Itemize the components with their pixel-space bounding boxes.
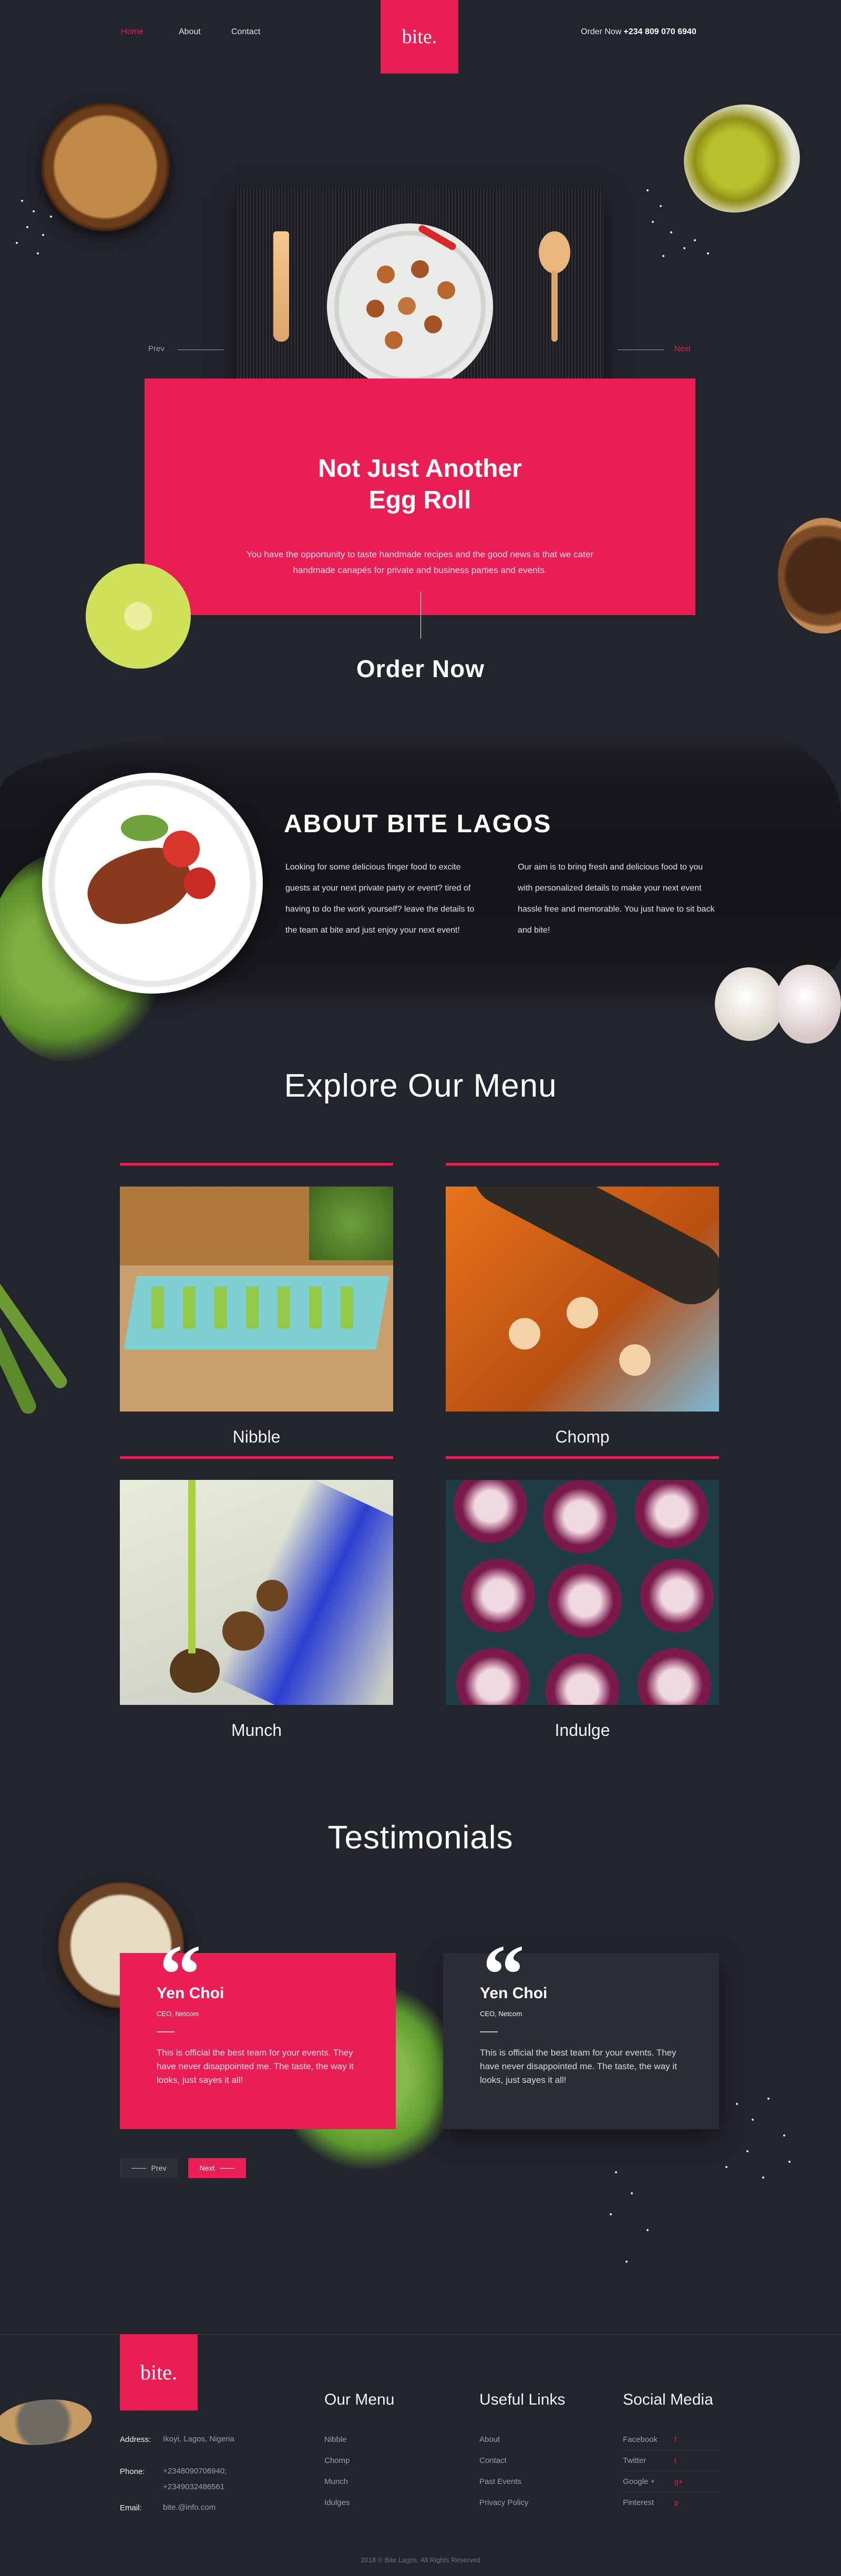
pinterest-icon[interactable]: p [674,2498,679,2507]
email-label: Email: [120,2503,142,2512]
hero-title: Not Just Another Egg Roll [318,455,522,514]
footer-social-facebook[interactable]: Facebook [623,2435,658,2444]
menu-card-bar [120,1456,393,1459]
menu-card-munch[interactable]: Munch [120,1456,393,1740]
google-plus-icon[interactable]: g+ [674,2477,683,2486]
email-value[interactable]: bite.@info.com [163,2500,216,2516]
testimonial-text: This is official the best team for your … [157,2048,354,2085]
coffee-bowl-image [778,518,841,633]
plate-image [327,223,493,390]
spoon-handle [551,271,558,342]
menu-item-name: Indulge [555,1721,610,1740]
steak-plate-image [42,773,263,994]
garlic-image [715,967,783,1041]
sugar-bowl-image [41,103,170,231]
hero-divider [420,591,421,639]
menu-card-bar [120,1163,393,1166]
footer-social-twitter[interactable]: Twitter [623,2456,646,2465]
footer-social-title: Social Media [623,2391,713,2408]
nav-contact-link[interactable]: Contact [231,27,260,37]
prev-line-icon [131,2168,146,2169]
menu-item-name: Munch [231,1721,282,1740]
about-title: ABOUT BITE LAGOS [284,810,552,838]
phone-value-2[interactable]: +2349032486561 [163,2479,224,2495]
testimonial-divider [480,2031,498,2032]
menu-section-title: Explore Our Menu [284,1068,557,1104]
address-value: Ikoyi, Lagos, Nigeria [163,2435,234,2444]
testimonials-next-button[interactable]: Next [188,2158,246,2178]
about-text-left: Looking for some delicious finger food t… [285,863,475,935]
footer-logo[interactable]: bite. [120,2334,198,2410]
testimonials-prev-button[interactable]: Prev [120,2158,178,2178]
footer-link-item[interactable]: About [479,2435,500,2444]
hero-prev-button[interactable]: Prev [148,344,165,353]
nav-home-link[interactable]: Home [121,27,143,37]
about-text-right: Our aim is to bring fresh and delicious … [518,863,715,935]
olive-oil-image [669,88,814,227]
fork-image [273,231,289,342]
nav-about-link[interactable]: About [179,27,201,37]
menu-card-chomp[interactable]: Chomp [446,1163,719,1447]
footer-social-google[interactable]: Google + [623,2477,655,2486]
phone-number[interactable]: +234 809 070 6940 [623,27,696,36]
phone-value-1[interactable]: +2348090706940; [163,2463,227,2479]
header-phone: Order Now +234 809 070 6940 [581,27,696,37]
next-line-icon [220,2168,235,2169]
next-label: Next [199,2164,215,2172]
menu-card-bar [446,1456,719,1459]
copyright: 2018 © Bite Lagos. All Rights Reserved [361,2556,480,2564]
spoon-image [539,231,570,273]
chia-spoon-image [0,2395,94,2450]
testimonial-card: “ Yen Choi CEO, Netcom This is official … [120,1932,396,2129]
footer-menu-item[interactable]: Chomp [324,2456,350,2465]
footer-link-item[interactable]: Contact [479,2456,507,2465]
menu-card-nibble[interactable]: Nibble [120,1163,393,1447]
menu-card-bar [446,1163,719,1166]
quote-icon: “ [483,1927,525,2021]
menu-card-indulge[interactable]: Indulge [446,1456,719,1740]
footer-menu-title: Our Menu [324,2391,395,2408]
indulge-image [446,1480,719,1705]
quote-icon: “ [159,1927,201,2021]
footer-menu-item[interactable]: Idulges [324,2498,350,2507]
twitter-icon[interactable]: t [674,2456,676,2465]
footer-link-item[interactable]: Past Events [479,2477,521,2486]
hero-next-button[interactable]: Next [674,344,691,353]
footer-menu-item[interactable]: Nibble [324,2435,347,2444]
chomp-image [446,1187,719,1412]
footer-link-item[interactable]: Privacy Policy [479,2498,528,2507]
prev-label: Prev [151,2164,167,2172]
order-now-button[interactable]: Order Now [315,655,526,683]
hero-subtitle: You have the opportunity to taste handma… [247,549,593,575]
testimonial-card: “ Yen Choi CEO, Netcom This is official … [443,1932,719,2129]
testimonial-text: This is official the best team for your … [480,2048,677,2085]
facebook-icon[interactable]: f [674,2435,676,2444]
menu-item-name: Chomp [555,1427,610,1446]
menu-item-name: Nibble [232,1427,281,1446]
phone-label: Order Now [581,27,622,36]
munch-image [120,1480,393,1705]
lime-image [86,564,191,669]
footer-links-title: Useful Links [479,2391,566,2408]
logo[interactable]: bite. [381,0,458,74]
phone-label: Phone: [120,2467,145,2476]
garlic-image-2 [775,965,841,1044]
footer-menu-item[interactable]: Munch [324,2477,348,2486]
testimonials-title: Testimonials [327,1819,514,1856]
nibble-image [120,1187,393,1412]
footer-social-pinterest[interactable]: Pinterest [623,2498,654,2507]
testimonial-divider [157,2031,175,2032]
address-label: Address: [120,2435,151,2444]
